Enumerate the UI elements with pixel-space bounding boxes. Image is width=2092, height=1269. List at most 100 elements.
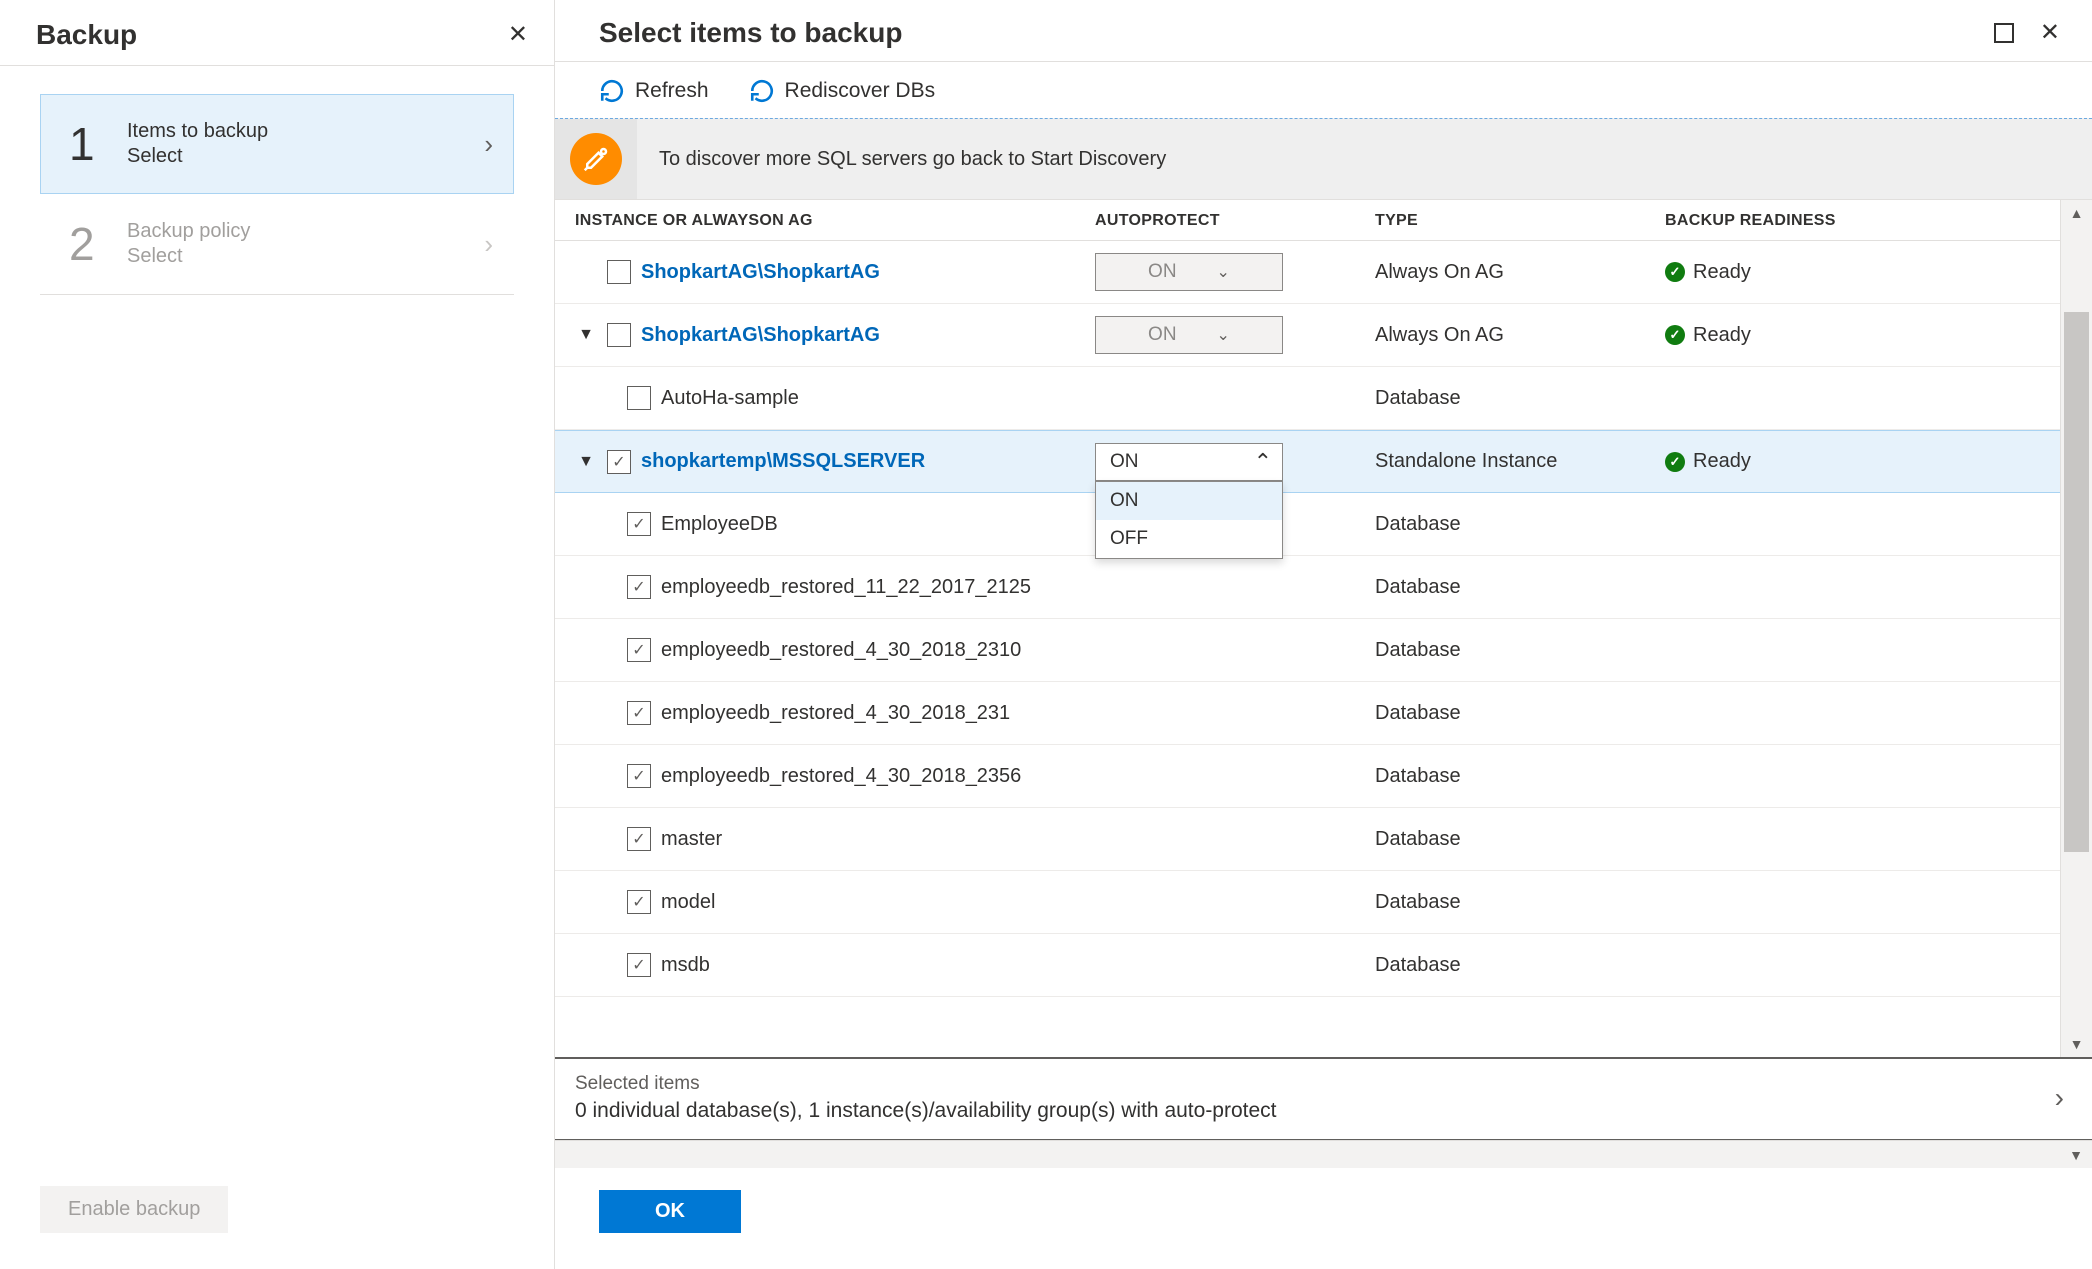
- autoprotect-dropdown[interactable]: ON⌃: [1095, 443, 1283, 481]
- dropdown-option-on[interactable]: ON: [1096, 482, 1282, 520]
- cell-type: Standalone Instance: [1375, 450, 1665, 473]
- step-number: 2: [69, 217, 127, 271]
- toolbar: Refresh Rediscover DBs: [555, 62, 2092, 118]
- database-row[interactable]: ✓EmployeeDBDatabase: [555, 493, 2060, 556]
- database-row[interactable]: ✓employeedb_restored_11_22_2017_2125Data…: [555, 556, 2060, 619]
- info-banner: To discover more SQL servers go back to …: [555, 118, 2092, 200]
- refresh-icon: [749, 78, 775, 104]
- checkbox[interactable]: ✓: [627, 701, 651, 725]
- checkbox[interactable]: [607, 260, 631, 284]
- check-circle-icon: ✓: [1665, 452, 1685, 472]
- cell-type: Database: [1375, 387, 1665, 410]
- close-icon[interactable]: ✕: [2036, 14, 2064, 51]
- cell-instance: AutoHa-sample: [575, 386, 1095, 410]
- instance-row[interactable]: ShopkartAG\ShopkartAGON⌄Always On AG✓Rea…: [555, 241, 2060, 304]
- autoprotect-dropdown: ON ⌄: [1095, 316, 1283, 354]
- step-title: Backup policy: [127, 220, 484, 243]
- select-items-panel: Select items to backup ✕ Refresh Redisco…: [555, 0, 2092, 1269]
- instance-row[interactable]: ▼ShopkartAG\ShopkartAGON⌄Always On AG✓Re…: [555, 304, 2060, 367]
- left-title: Backup: [36, 19, 137, 51]
- cell-type: Always On AG: [1375, 261, 1665, 284]
- autoprotect-dropdown-menu[interactable]: ON OFF: [1095, 481, 1283, 559]
- banner-icon-wrap: [555, 119, 637, 199]
- checkbox[interactable]: ✓: [627, 512, 651, 536]
- checkbox[interactable]: [607, 323, 631, 347]
- instance-name[interactable]: shopkartemp\MSSQLSERVER: [641, 450, 925, 473]
- cell-type: Always On AG: [1375, 324, 1665, 347]
- database-name: employeedb_restored_4_30_2018_2310: [661, 639, 1021, 662]
- scroll-track[interactable]: [2061, 226, 2092, 1031]
- database-name: AutoHa-sample: [661, 387, 799, 410]
- database-name: master: [661, 828, 722, 851]
- cell-instance: ✓employeedb_restored_4_30_2018_2356: [575, 764, 1095, 788]
- database-row[interactable]: ✓employeedb_restored_4_30_2018_2356Datab…: [555, 745, 2060, 808]
- ok-button[interactable]: OK: [599, 1190, 741, 1233]
- scroll-down-icon[interactable]: ▼: [2060, 1142, 2092, 1168]
- col-readiness: BACKUP READINESS: [1665, 212, 2060, 230]
- dropdown-value: ON: [1148, 324, 1177, 346]
- database-row[interactable]: AutoHa-sample Database: [555, 367, 2060, 430]
- chevron-down-icon: ⌄: [1217, 325, 1230, 345]
- cell-instance: ▼ ShopkartAG\ShopkartAG: [575, 323, 1095, 347]
- caret-down-icon[interactable]: ▼: [575, 453, 597, 471]
- maximize-icon[interactable]: [1994, 23, 2014, 43]
- cell-instance: ShopkartAG\ShopkartAG: [575, 260, 1095, 284]
- rediscover-label: Rediscover DBs: [785, 79, 936, 103]
- cell-readiness: ✓Ready: [1665, 261, 2060, 284]
- instance-name[interactable]: ShopkartAG\ShopkartAG: [641, 324, 880, 347]
- checkbox[interactable]: ✓: [627, 890, 651, 914]
- database-name: employeedb_restored_11_22_2017_2125: [661, 576, 1031, 599]
- database-row[interactable]: ✓msdb Database: [555, 934, 2060, 997]
- cell-instance: ✓ master: [575, 827, 1095, 851]
- cell-autoprotect: ON ⌄: [1095, 316, 1375, 354]
- cell-instance: ✓model: [575, 890, 1095, 914]
- instance-name[interactable]: ShopkartAG\ShopkartAG: [641, 261, 880, 284]
- refresh-icon: [599, 78, 625, 104]
- scroll-down-icon[interactable]: ▼: [2061, 1031, 2092, 1057]
- cell-instance: ✓msdb: [575, 953, 1095, 977]
- chevron-right-icon: ›: [484, 229, 493, 260]
- database-row[interactable]: ✓employeedb_restored_4_30_2018_2310Datab…: [555, 619, 2060, 682]
- chevron-up-icon: ⌃: [1254, 449, 1272, 475]
- vertical-scrollbar[interactable]: ▲ ▼: [2060, 200, 2092, 1057]
- checkbox[interactable]: ✓: [627, 575, 651, 599]
- right-title: Select items to backup: [599, 17, 902, 49]
- divider: [40, 294, 514, 295]
- dropdown-value: ON: [1148, 261, 1177, 283]
- checkbox[interactable]: ✓: [627, 638, 651, 662]
- checkbox[interactable]: [627, 386, 651, 410]
- checkbox[interactable]: ✓: [627, 827, 651, 851]
- cell-autoprotect: ON⌃: [1095, 443, 1375, 481]
- selected-items-panel[interactable]: Selected items 0 individual database(s),…: [555, 1058, 2092, 1140]
- database-name: EmployeeDB: [661, 513, 778, 536]
- rediscover-button[interactable]: Rediscover DBs: [749, 78, 936, 104]
- database-row[interactable]: ✓modelDatabase: [555, 871, 2060, 934]
- readiness-text: Ready: [1693, 450, 1751, 473]
- checkbox[interactable]: ✓: [627, 953, 651, 977]
- database-row[interactable]: ✓masterDatabase: [555, 808, 2060, 871]
- step-items-to-backup[interactable]: 1 Items to backup Select ›: [40, 94, 514, 194]
- grid-header: INSTANCE OR ALWAYSON AG AUTOPROTECT TYPE…: [555, 200, 2060, 241]
- database-row[interactable]: ✓employeedb_restored_4_30_2018_231Databa…: [555, 682, 2060, 745]
- dropdown-option-off[interactable]: OFF: [1096, 520, 1282, 558]
- col-type: TYPE: [1375, 212, 1665, 230]
- horizontal-scrollbar[interactable]: ▼: [555, 1140, 2092, 1168]
- col-autoprotect: AUTOPROTECT: [1095, 212, 1375, 230]
- scroll-thumb[interactable]: [2064, 312, 2089, 852]
- instance-row[interactable]: ▼ ✓ shopkartemp\MSSQLSERVER ON⌃ Standalone I…: [555, 430, 2060, 493]
- enable-backup-button[interactable]: Enable backup: [40, 1186, 228, 1233]
- refresh-button[interactable]: Refresh: [599, 78, 709, 104]
- step-backup-policy[interactable]: 2 Backup policy Select ›: [40, 194, 514, 294]
- left-header: Backup ✕: [0, 0, 554, 66]
- banner-text: To discover more SQL servers go back to …: [637, 119, 2092, 199]
- caret-down-icon[interactable]: ▼: [575, 326, 597, 344]
- right-header: Select items to backup ✕: [555, 0, 2092, 62]
- cell-type: Database: [1375, 954, 1665, 977]
- chevron-right-icon: ›: [484, 129, 493, 160]
- readiness-text: Ready: [1693, 324, 1751, 347]
- checkbox[interactable]: ✓: [627, 764, 651, 788]
- close-icon[interactable]: ✕: [504, 16, 532, 53]
- cell-instance: ▼ ✓ shopkartemp\MSSQLSERVER: [575, 450, 1095, 474]
- scroll-up-icon[interactable]: ▲: [2061, 200, 2092, 226]
- checkbox[interactable]: ✓: [607, 450, 631, 474]
